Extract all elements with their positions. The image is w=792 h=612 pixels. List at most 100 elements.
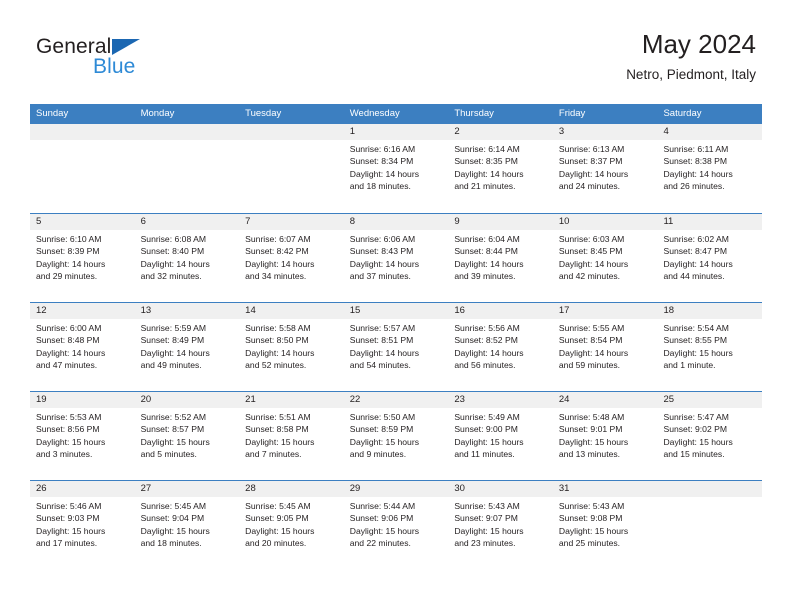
calendar-day-cell[interactable]: 11 Sunrise: 6:02 AM Sunset: 8:47 PM Dayligh…: [657, 214, 763, 302]
calendar-day-cell[interactable]: 18 Sunrise: 5:54 AM Sunset: 8:55 PM Dayligh…: [657, 303, 763, 391]
day-number: 3: [552, 124, 658, 140]
calendar-day-cell[interactable]: 21 Sunrise: 5:51 AM Sunset: 8:58 PM Dayligh…: [239, 392, 344, 480]
day-detail-line: Sunset: 8:56 PM: [36, 424, 100, 435]
day-detail-line: Sunrise: 6:06 AM: [349, 234, 416, 244]
day-details: Sunrise: 5:54 AM Sunset: 8:55 PM Daylight:…: [657, 319, 762, 371]
day-detail-line: and 1 minute.: [663, 360, 716, 371]
calendar-day-cell[interactable]: 27 Sunrise: 5:45 AM Sunset: 9:04 PM Dayligh…: [134, 481, 240, 569]
day-detail-line: Daylight: 15 hours: [454, 525, 524, 536]
day-detail-line: Daylight: 14 hours: [36, 347, 106, 358]
day-details: Sunrise: 6:06 AM Sunset: 8:43 PM Daylight:…: [344, 230, 449, 282]
day-detail-line: Daylight: 14 hours: [663, 258, 733, 269]
day-detail-line: Sunset: 9:04 PM: [140, 513, 205, 524]
day-number: 28: [239, 481, 344, 497]
day-detail-line: Sunset: 9:00 PM: [454, 424, 518, 435]
calendar-week-row: 5 Sunrise: 6:10 AM Sunset: 8:39 PM Daylight…: [30, 213, 763, 302]
day-details: Sunrise: 6:10 AM Sunset: 8:39 PM Daylight:…: [30, 230, 135, 282]
day-detail-line: Daylight: 14 hours: [245, 258, 315, 269]
day-details: Sunrise: 5:51 AM Sunset: 8:58 PM Daylight:…: [239, 408, 344, 460]
day-details: Sunrise: 5:45 AM Sunset: 9:05 PM Daylight:…: [239, 497, 344, 549]
weekday-header-monday: Monday: [140, 108, 175, 119]
calendar-day-cell[interactable]: 31 Sunrise: 5:43 AM Sunset: 9:08 PM Dayligh…: [552, 481, 658, 569]
day-number: 13: [134, 303, 240, 319]
calendar-day-cell[interactable]: 29 Sunrise: 5:44 AM Sunset: 9:06 PM Dayligh…: [343, 481, 449, 569]
day-detail-line: and 18 minutes.: [349, 181, 411, 192]
calendar-day-cell[interactable]: 20 Sunrise: 5:52 AM Sunset: 8:57 PM Dayligh…: [134, 392, 240, 480]
calendar-day-cell[interactable]: 24 Sunrise: 5:48 AM Sunset: 9:01 PM Dayligh…: [552, 392, 658, 480]
calendar-page: General Blue May 2024 Netro, Piedmont, I…: [0, 0, 792, 612]
day-number: 1: [343, 124, 449, 140]
day-number: 7: [239, 214, 344, 230]
calendar-day-cell[interactable]: 25 Sunrise: 5:47 AM Sunset: 9:02 PM Dayligh…: [657, 392, 763, 480]
calendar-day-cell[interactable]: 13 Sunrise: 5:59 AM Sunset: 8:49 PM Dayligh…: [134, 303, 240, 391]
calendar-week-row: 26 Sunrise: 5:46 AM Sunset: 9:03 PM Dayligh…: [30, 480, 763, 569]
day-details: Sunrise: 6:07 AM Sunset: 8:42 PM Daylight:…: [239, 230, 344, 282]
day-detail-line: Sunset: 8:44 PM: [454, 246, 518, 257]
calendar-day-cell[interactable]: 8 Sunrise: 6:06 AM Sunset: 8:43 PM Daylight…: [343, 214, 449, 302]
day-details: Sunrise: 5:47 AM Sunset: 9:02 PM Daylight:…: [657, 408, 762, 460]
brand-name-general: General: [36, 35, 112, 58]
calendar-day-cell[interactable]: 6 Sunrise: 6:08 AM Sunset: 8:40 PM Daylight…: [134, 214, 240, 302]
day-detail-line: Daylight: 15 hours: [36, 525, 106, 536]
calendar-day-cell[interactable]: 3 Sunrise: 6:13 AM Sunset: 8:37 PM Daylight…: [552, 124, 658, 213]
calendar-day-cell[interactable]: 2 Sunrise: 6:14 AM Sunset: 8:35 PM Daylight…: [448, 124, 553, 213]
calendar-day-cell[interactable]: 7 Sunrise: 6:07 AM Sunset: 8:42 PM Daylight…: [239, 214, 344, 302]
day-number: 4: [657, 124, 763, 140]
calendar-day-cell[interactable]: 5 Sunrise: 6:10 AM Sunset: 8:39 PM Daylight…: [30, 214, 135, 302]
day-number: 31: [552, 481, 658, 497]
day-detail-line: and 34 minutes.: [245, 271, 307, 282]
calendar-day-cell[interactable]: 28 Sunrise: 5:45 AM Sunset: 9:05 PM Dayligh…: [239, 481, 344, 569]
weekday-header-saturday: Saturday: [663, 108, 702, 119]
day-detail-line: Sunrise: 5:48 AM: [558, 412, 625, 422]
day-number: 18: [657, 303, 763, 319]
day-details: [135, 140, 240, 143]
day-detail-line: Daylight: 14 hours: [349, 168, 420, 179]
day-detail-line: Sunset: 8:34 PM: [349, 156, 414, 167]
calendar-day-cell[interactable]: 12 Sunrise: 6:00 AM Sunset: 8:48 PM Dayligh…: [30, 303, 135, 391]
triangle-logo-icon: [112, 39, 140, 55]
day-detail-line: Sunset: 8:59 PM: [349, 424, 414, 435]
calendar-week-row: 12 Sunrise: 6:00 AM Sunset: 8:48 PM Dayligh…: [30, 302, 763, 391]
day-detail-line: Sunset: 9:01 PM: [558, 424, 623, 435]
calendar-day-cell[interactable]: 10 Sunrise: 6:03 AM Sunset: 8:45 PM Dayligh…: [552, 214, 658, 302]
calendar-day-cell[interactable]: 30 Sunrise: 5:43 AM Sunset: 9:07 PM Dayligh…: [448, 481, 553, 569]
day-detail-line: and 54 minutes.: [349, 360, 411, 371]
calendar-day-cell[interactable]: 19 Sunrise: 5:53 AM Sunset: 8:56 PM Dayligh…: [30, 392, 135, 480]
calendar-day-cell[interactable]: 23 Sunrise: 5:49 AM Sunset: 9:00 PM Dayligh…: [448, 392, 553, 480]
brand-logo[interactable]: General Blue: [36, 36, 236, 86]
day-details: Sunrise: 5:43 AM Sunset: 9:08 PM Daylight:…: [553, 497, 658, 549]
day-detail-line: Sunrise: 5:54 AM: [663, 323, 729, 333]
day-detail-line: and 56 minutes.: [454, 360, 516, 371]
day-detail-line: Daylight: 14 hours: [558, 168, 629, 179]
day-details: Sunrise: 6:16 AM Sunset: 8:34 PM Daylight:…: [344, 140, 449, 192]
day-number: 27: [134, 481, 240, 497]
page-subtitle: Netro, Piedmont, Italy: [626, 67, 756, 83]
day-detail-line: Sunset: 8:37 PM: [558, 156, 623, 167]
calendar-day-cell[interactable]: 15 Sunrise: 5:57 AM Sunset: 8:51 PM Dayligh…: [343, 303, 449, 391]
day-detail-line: Daylight: 15 hours: [245, 436, 315, 447]
day-detail-line: Sunset: 8:51 PM: [349, 335, 414, 346]
calendar-day-cell[interactable]: 17 Sunrise: 5:55 AM Sunset: 8:54 PM Dayligh…: [552, 303, 658, 391]
day-detail-line: Daylight: 15 hours: [663, 347, 733, 358]
day-number: 12: [30, 303, 135, 319]
calendar-day-cell[interactable]: 14 Sunrise: 5:58 AM Sunset: 8:50 PM Dayligh…: [239, 303, 344, 391]
calendar-day-cell[interactable]: 16 Sunrise: 5:56 AM Sunset: 8:52 PM Dayligh…: [448, 303, 553, 391]
weekday-header-wednesday: Wednesday: [349, 108, 400, 119]
calendar-day-cell[interactable]: 1 Sunrise: 6:16 AM Sunset: 8:34 PM Daylight…: [343, 124, 449, 213]
day-detail-line: and 21 minutes.: [454, 181, 516, 192]
calendar-day-cell[interactable]: 4 Sunrise: 6:11 AM Sunset: 8:38 PM Daylight…: [657, 124, 763, 213]
calendar-day-cell[interactable]: 26 Sunrise: 5:46 AM Sunset: 9:03 PM Dayligh…: [30, 481, 135, 569]
day-details: Sunrise: 6:13 AM Sunset: 8:37 PM Daylight:…: [553, 140, 658, 192]
day-detail-line: Sunrise: 6:13 AM: [558, 144, 625, 154]
weekday-header-sunday: Sunday: [36, 108, 69, 119]
day-number: 9: [448, 214, 553, 230]
day-detail-line: Daylight: 14 hours: [454, 168, 524, 179]
weekday-header-thursday: Thursday: [454, 108, 494, 119]
calendar-day-cell[interactable]: 9 Sunrise: 6:04 AM Sunset: 8:44 PM Daylight…: [448, 214, 553, 302]
day-detail-line: Daylight: 15 hours: [454, 436, 524, 447]
day-number: 19: [30, 392, 135, 408]
day-details: Sunrise: 6:08 AM Sunset: 8:40 PM Daylight:…: [135, 230, 240, 282]
day-detail-line: and 20 minutes.: [245, 538, 307, 549]
calendar-day-cell[interactable]: 22 Sunrise: 5:50 AM Sunset: 8:59 PM Dayligh…: [343, 392, 449, 480]
day-details: [239, 140, 344, 143]
